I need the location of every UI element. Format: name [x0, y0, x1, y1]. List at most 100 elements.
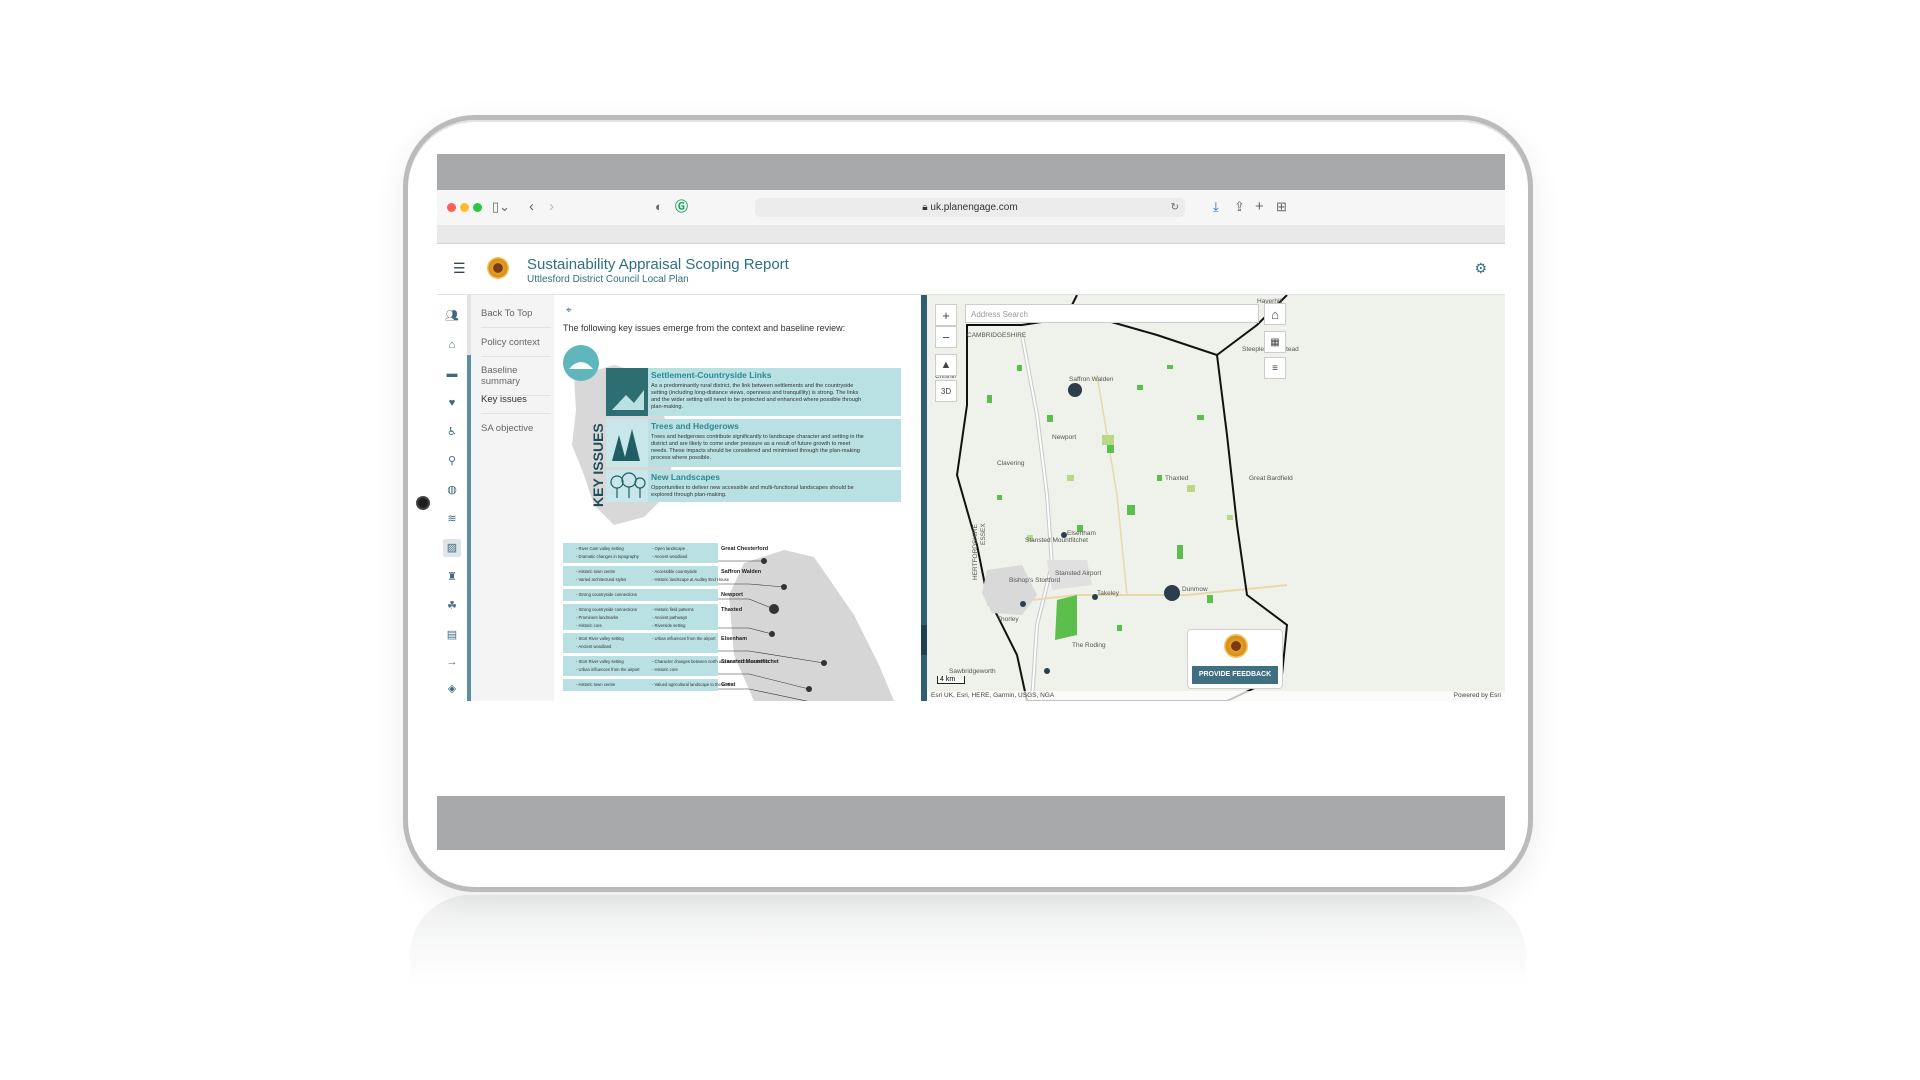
layer-list-icon[interactable]: ≡ [1264, 357, 1286, 379]
toc-item-policy-context[interactable]: Policy context [481, 337, 551, 357]
settlement-feature: - Riverside setting [652, 623, 686, 628]
back-arrow-icon[interactable]: ‹ [529, 199, 534, 215]
place-label: HERTFORDSHIRE [972, 523, 979, 580]
issue-text: Trees and hedgerows contribute significa… [651, 434, 864, 440]
provide-feedback-button[interactable]: PROVIDE FEEDBACK [1192, 666, 1278, 684]
settlement-feature: - Open landscape [652, 546, 686, 551]
place-label: Bishop's Stortford [1009, 577, 1060, 584]
settlement-dot [781, 584, 787, 590]
place-label: Sawbridgeworth [949, 668, 996, 675]
minimize-window-button[interactable] [460, 203, 469, 212]
document-icon[interactable]: ▤ [443, 626, 461, 644]
monument-icon[interactable]: ♜ [443, 568, 461, 586]
close-window-button[interactable] [447, 203, 456, 212]
briefcase-icon[interactable]: ▬ [443, 365, 461, 383]
accessibility-icon[interactable]: ♿︎ [443, 423, 461, 441]
settlement-feature: - Stort River valley setting [576, 659, 624, 664]
compass-icon[interactable]: ▲ [935, 354, 957, 376]
sidebar-toggle-icon[interactable]: ▯⌄ [492, 199, 510, 215]
reload-icon[interactable]: ↻ [1171, 198, 1179, 217]
powered-by-text[interactable]: Powered by Esri [1454, 691, 1501, 701]
hamburger-menu-icon[interactable]: ☰ [453, 260, 466, 277]
toc-item-sa-objective[interactable]: SA objective [481, 423, 551, 442]
settlement-feature: - Accessible countryside [652, 569, 698, 574]
globe-icon[interactable]: ◍ [443, 481, 461, 499]
table-of-contents: Back To Top Policy context Baseline summ… [471, 295, 554, 701]
issue-text: As a predominantly rural district, the l… [651, 383, 853, 389]
key-issues-infographic: KEY ISSUES Settlement-Countryside Links … [563, 345, 901, 701]
attribution-text: Esri UK, Esri, HERE, Garmin, USGS, NGA [931, 692, 1055, 699]
settlement-name: Newport [721, 592, 743, 598]
home-extent-icon[interactable]: ⌂ [1264, 303, 1286, 325]
zoom-out-button[interactable]: − [935, 326, 957, 348]
address-bar[interactable]: 🔒︎ uk.planengage.com ↻ [755, 198, 1185, 217]
new-tab-icon[interactable]: + [1255, 199, 1264, 215]
issue-text: explored through plan-making. [651, 492, 727, 498]
toc-item-back-to-top[interactable]: Back To Top [481, 308, 551, 328]
settlement-feature: - Urban influences from the airport [576, 667, 640, 672]
document-panel: ⌖ The following key issues emerge from t… [554, 295, 920, 701]
settlement-dot [806, 686, 812, 692]
home-icon[interactable]: ⌂ [443, 336, 461, 354]
icon-sidebar: 👥︎ ⌂ ▬ ♥ ♿︎ ⚲ ◍ ≋ ▨ ♜ ☘ ▤ → ◈ [437, 295, 468, 701]
settlement-name: Elsenham [721, 636, 747, 642]
download-icon[interactable]: ⤓ [1213, 199, 1219, 215]
layers-icon[interactable]: ◈ [443, 680, 461, 698]
settlement-feature: - Historic core [652, 667, 678, 672]
tab-overview-icon[interactable]: ⊞ [1276, 199, 1287, 215]
settlement-feature: - Ancient woodland [576, 644, 612, 649]
zoom-in-button[interactable]: + [935, 304, 957, 326]
settlement-name: Thaxted [721, 607, 742, 613]
3d-toggle-button[interactable]: 3D [935, 380, 957, 402]
people-icon[interactable]: 👥︎ [443, 307, 461, 325]
place-label: Saffron Walden [1069, 376, 1114, 383]
forward-arrow-icon[interactable]: › [549, 199, 554, 215]
settlement-feature: - Historic town centre [576, 682, 616, 687]
feedback-panel: PROVIDE FEEDBACK [1187, 629, 1283, 689]
heart-icon[interactable]: ♥ [443, 394, 461, 412]
url-text: uk.planengage.com [930, 202, 1018, 213]
settlement-feature: - Historic core [576, 623, 602, 628]
camera-icon [416, 496, 430, 510]
place-label: Elsenham [1067, 530, 1096, 537]
bicycle-icon[interactable]: ⚲ [443, 452, 461, 470]
arrow-right-icon[interactable]: → [443, 653, 461, 671]
place-label: The Roding [1072, 642, 1106, 649]
settlement-feature: - Varied architectural styles [576, 577, 626, 582]
grammarly-icon[interactable]: Ⓖ [675, 199, 688, 215]
place-label: Takeley [1097, 590, 1120, 597]
settlement-feature: - Dramatic changes in topography [576, 554, 640, 559]
share-icon[interactable]: ⇪ [1234, 199, 1245, 215]
gear-icon[interactable]: ⚙ [1474, 260, 1487, 277]
water-icon[interactable]: ≋ [443, 510, 461, 528]
settlement-name: Saffron Walden [721, 569, 762, 575]
address-search-input[interactable]: Address Search [965, 304, 1259, 323]
settlement-dot [821, 660, 827, 666]
place-label: Newport [1052, 434, 1076, 441]
browser-window: ▯⌄ ‹ › ◐ Ⓖ 🔒︎ uk.planengage.com ↻ ⤓ ⇪ + ⊞… [437, 190, 1505, 796]
settlement-feature: - Ancient pathways [652, 615, 687, 620]
maximize-window-button[interactable] [473, 203, 482, 212]
toc-item-key-issues[interactable]: Key issues [481, 394, 551, 414]
hand-leaf-icon[interactable]: ☘ [443, 597, 461, 615]
landscape-icon[interactable]: ▨ [443, 539, 461, 557]
app-header: ☰ Sustainability Appraisal Scoping Repor… [437, 244, 1505, 295]
qr-code-icon[interactable]: ▦ [1264, 331, 1286, 353]
settlement-feature: - Ancient woodland [652, 554, 688, 559]
place-label: Stansted Mountfitchet [1025, 537, 1088, 544]
issue-title: Trees and Hedgerows [651, 421, 739, 431]
settlement-feature: - Prominent landmarks [576, 615, 618, 620]
place-label: Dunmow [1182, 586, 1208, 593]
toc-item-baseline-summary[interactable]: Baseline summary [481, 365, 551, 396]
issue-text: setting (including long-distance views, … [651, 390, 858, 396]
place-label: Thaxted [1165, 475, 1189, 482]
settlement-feature: - Stort River valley setting [576, 636, 624, 641]
map-panel[interactable]: Haverhill CAMBRIDGESHIRE Steeple Bumpste… [927, 295, 1505, 701]
place-label: Clavering [997, 460, 1025, 467]
settlement-dot [761, 558, 767, 564]
browser-toolbar: ▯⌄ ‹ › ◐ Ⓖ 🔒︎ uk.planengage.com ↻ ⤓ ⇪ + ⊞ [437, 190, 1505, 226]
shield-icon[interactable]: ◐ [655, 199, 663, 215]
page-subtitle: Uttlesford District Council Local Plan [527, 274, 689, 285]
settlement-feature: - Urban influences from the airport [652, 636, 716, 641]
issue-text: needs. These impacts should be considere… [651, 448, 860, 454]
